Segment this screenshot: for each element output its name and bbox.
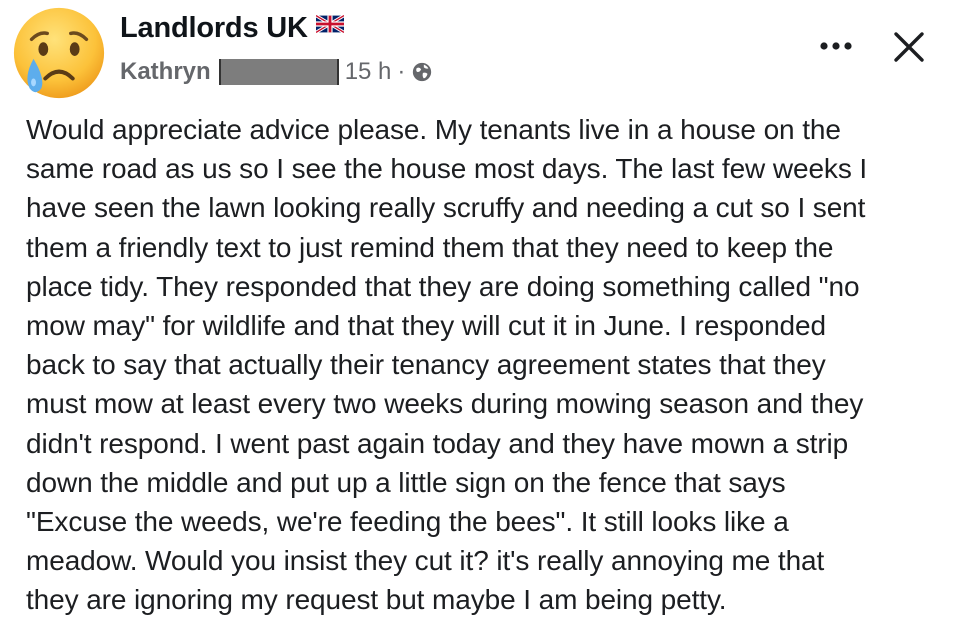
post-meta: Kathryn 15 h ·: [120, 58, 433, 86]
group-avatar[interactable]: [10, 4, 108, 102]
author-name[interactable]: Kathryn: [120, 58, 211, 86]
group-name[interactable]: Landlords UK: [120, 12, 344, 45]
close-icon[interactable]: [892, 30, 926, 64]
globe-icon: [411, 61, 433, 83]
post-body-text: Would appreciate advice please. My tenan…: [26, 114, 868, 616]
facebook-post: Landlords UK Kathryn 15 h · Would apprec…: [0, 0, 960, 634]
group-name-text[interactable]: Landlords UK: [120, 12, 308, 44]
more-options-icon[interactable]: [818, 36, 854, 56]
redacted-name-bar: [218, 59, 339, 85]
uk-flag-icon: [315, 15, 344, 33]
post-time[interactable]: 15 h: [345, 58, 392, 86]
crying-face-emoji-icon: [13, 7, 105, 99]
meta-separator: ·: [397, 58, 406, 85]
